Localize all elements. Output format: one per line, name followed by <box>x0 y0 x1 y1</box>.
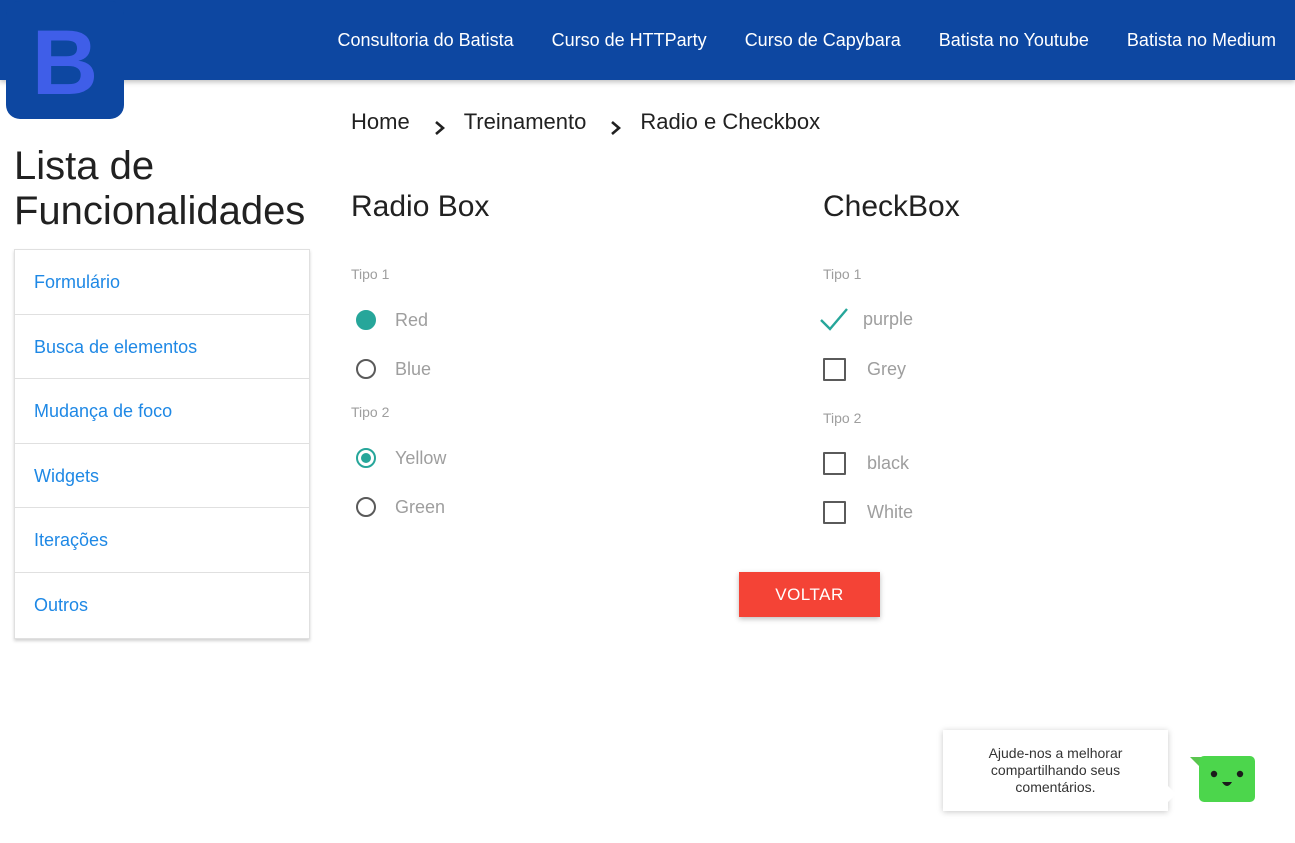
nav-link-httparty[interactable]: Curso de HTTParty <box>552 30 707 51</box>
sidebar-menu: Formulário Busca de elementos Mudança de… <box>14 249 310 639</box>
checkbox-option-white[interactable]: White <box>823 499 913 525</box>
radio-label-blue: Blue <box>395 358 432 379</box>
nav-link-consultoria[interactable]: Consultoria do Batista <box>338 30 514 51</box>
radio-option-green[interactable]: Green <box>356 494 445 520</box>
nav-link-capybara[interactable]: Curso de Capybara <box>745 30 901 51</box>
checkbox-group-label-tipo2: Tipo 2 <box>823 410 862 426</box>
checkbox-label-grey: Grey <box>867 358 907 379</box>
radio-label-green: Green <box>395 496 446 517</box>
checkbox-unchecked-icon[interactable] <box>823 500 846 524</box>
voltar-button[interactable]: VOLTAR <box>739 572 880 617</box>
logo-b-icon: B <box>32 12 98 114</box>
checkbox-unchecked-icon[interactable] <box>823 451 846 475</box>
radio-unchecked-icon[interactable] <box>356 359 376 379</box>
checkbox-option-grey[interactable]: Grey <box>823 356 906 382</box>
checkbox-option-black[interactable]: black <box>823 450 909 476</box>
nav-link-medium[interactable]: Batista no Medium <box>1127 30 1276 51</box>
chevron-right-icon <box>606 120 626 136</box>
checkbox-label-white: White <box>867 501 914 522</box>
radio-label-red: Red <box>395 309 429 330</box>
radio-option-blue[interactable]: Blue <box>356 356 431 382</box>
breadcrumb-treinamento[interactable]: Treinamento <box>464 109 587 135</box>
checkbox-unchecked-icon[interactable] <box>823 357 846 381</box>
radio-checked-icon[interactable] <box>356 448 376 468</box>
checkbox-label-purple: purple <box>863 308 914 329</box>
sidebar-item-mudanca-de-foco[interactable]: Mudança de foco <box>15 379 309 444</box>
radio-label-yellow: Yellow <box>395 447 447 468</box>
smiley-bot-icon[interactable] <box>1190 755 1256 803</box>
feedback-tooltip[interactable]: Ajude-nos a melhorar compartilhando seus… <box>943 730 1176 811</box>
sidebar-item-widgets[interactable]: Widgets <box>15 444 309 509</box>
radio-box-title: Radio Box <box>351 190 490 223</box>
radio-option-red[interactable]: Red <box>356 307 428 333</box>
sidebar-item-outros[interactable]: Outros <box>15 573 309 638</box>
radio-option-yellow[interactable]: Yellow <box>356 445 446 471</box>
breadcrumb-current: Radio e Checkbox <box>640 109 821 134</box>
radio-unchecked-icon[interactable] <box>356 497 376 517</box>
breadcrumb-home[interactable]: Home <box>351 109 410 135</box>
logo-letter: B <box>32 12 98 114</box>
checkbox-option-purple[interactable]: purple <box>819 306 913 332</box>
nav-link-youtube[interactable]: Batista no Youtube <box>939 30 1089 51</box>
site-logo[interactable]: B <box>6 1 124 119</box>
checkmark-icon[interactable] <box>819 306 849 332</box>
feedback-message: Ajude-nos a melhorar compartilhando seus… <box>988 745 1123 795</box>
sidebar-item-iteracoes[interactable]: Iterações <box>15 508 309 573</box>
breadcrumb: Home Treinamento Radio e Checkbox <box>351 106 820 138</box>
checkbox-label-black: black <box>867 452 910 473</box>
top-navbar: Consultoria do Batista Curso de HTTParty… <box>0 0 1295 80</box>
chevron-right-icon <box>430 120 450 136</box>
sidebar-title: Lista de Funcionalidades <box>14 144 306 233</box>
radio-group-label-tipo1: Tipo 1 <box>351 266 390 282</box>
sidebar-item-formulario[interactable]: Formulário <box>15 250 309 315</box>
nav-links: Consultoria do Batista Curso de HTTParty… <box>338 0 1276 80</box>
radio-group-label-tipo2: Tipo 2 <box>351 404 390 420</box>
radio-checked-icon[interactable] <box>356 310 376 330</box>
checkbox-title: CheckBox <box>823 190 960 223</box>
checkbox-group-label-tipo1: Tipo 1 <box>823 266 862 282</box>
sidebar-item-busca-de-elementos[interactable]: Busca de elementos <box>15 315 309 380</box>
